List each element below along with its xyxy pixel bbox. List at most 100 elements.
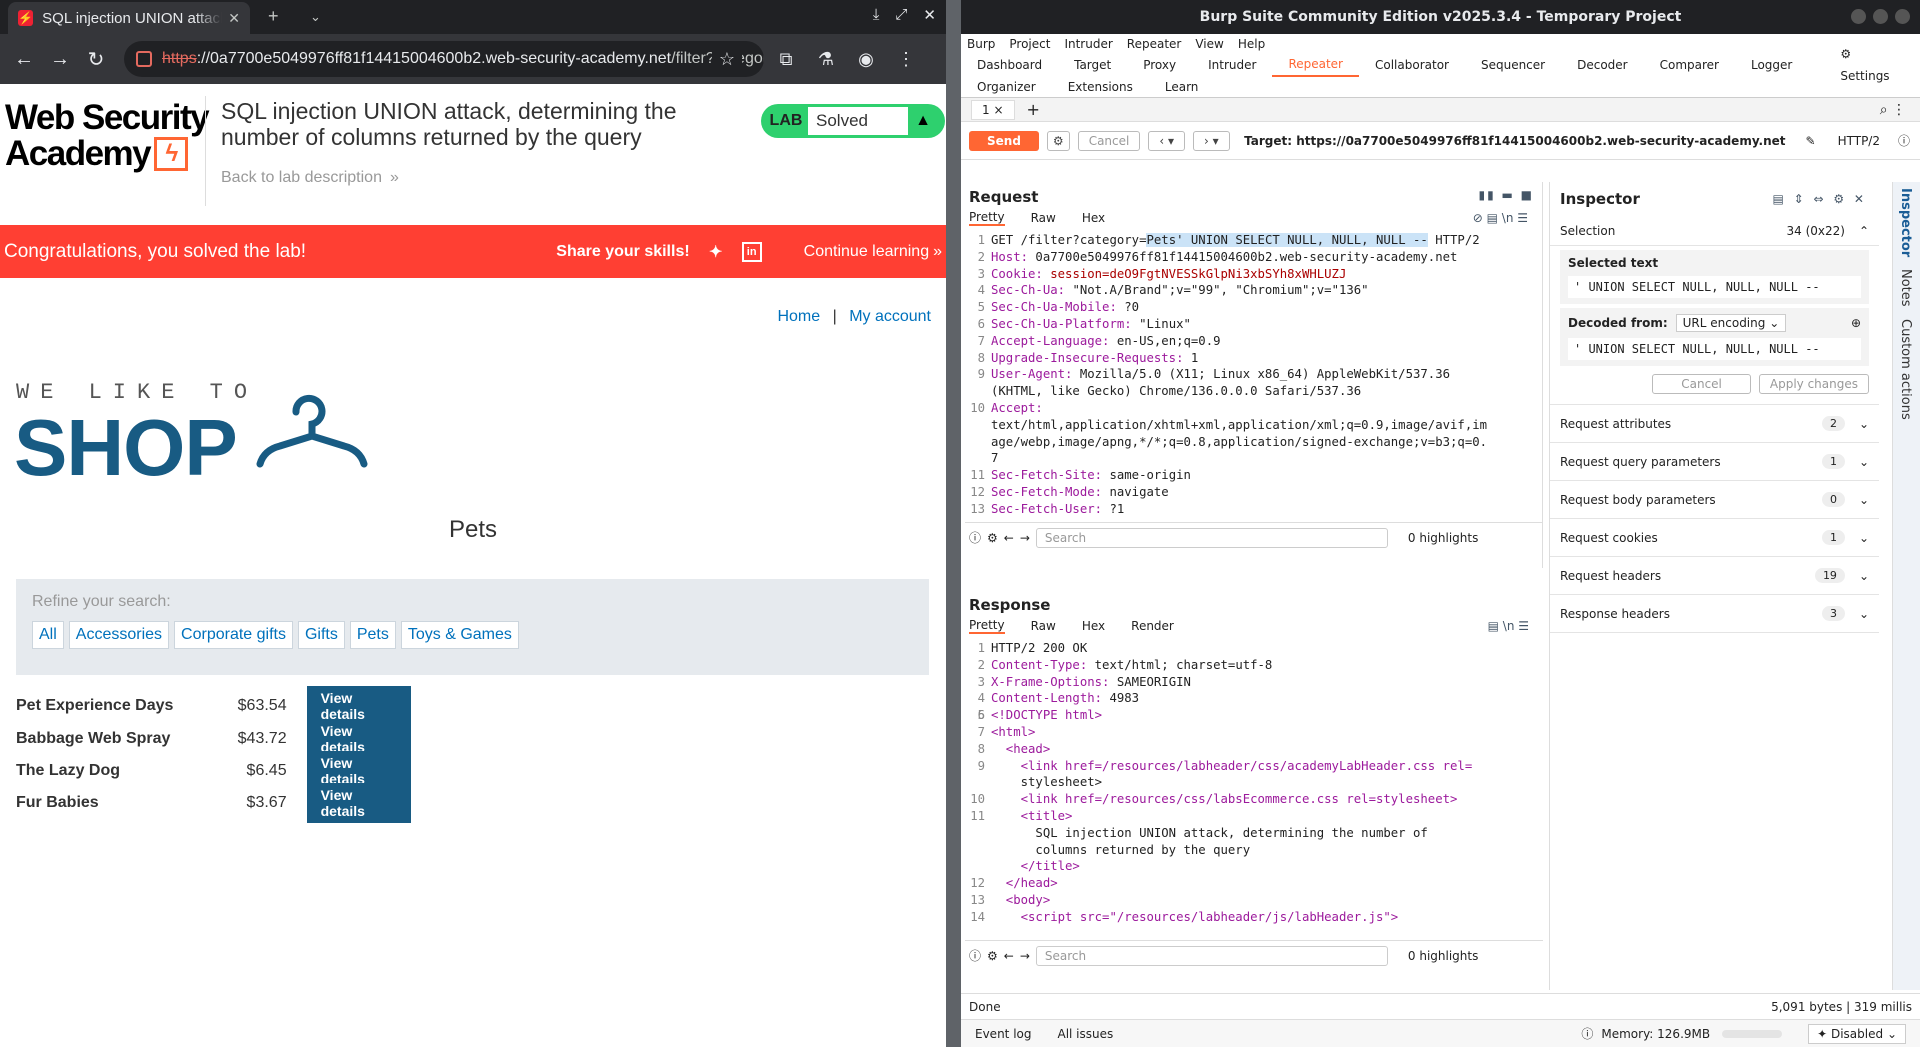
browser-tab[interactable]: ⚡ SQL injection UNION attack, determinin… [8, 2, 250, 34]
section-request-headers[interactable]: Request headers 19 ⌄ [1550, 557, 1879, 595]
maximize-button[interactable] [1873, 9, 1888, 24]
side-tab-inspector[interactable]: Inspector [1893, 182, 1918, 263]
linkedin-icon[interactable]: in [741, 241, 762, 262]
repeater-tab-1[interactable]: 1 × [971, 99, 1015, 120]
tab-intruder[interactable]: Intruder [1192, 54, 1272, 76]
search-icon[interactable]: ⌕ ⋮ [1880, 102, 1906, 118]
response-search-input[interactable]: Search [1035, 945, 1388, 966]
browser-menu-icon[interactable]: ⋮ [886, 49, 926, 70]
filter-toys-games[interactable]: Toys & Games [400, 621, 519, 649]
edit-target-icon[interactable]: ✎ [1806, 134, 1816, 148]
inspector-tools-icon[interactable]: ▤ ⇕ ⇔ ⚙ ✕ [1772, 192, 1867, 206]
req-view-pretty[interactable]: Pretty [969, 210, 1005, 226]
help-icon[interactable]: ⓘ [1898, 132, 1910, 149]
menu-project[interactable]: Project [1009, 37, 1050, 51]
request-editor[interactable]: 1 GET /filter?category=Pets' UNION SELECT… [965, 232, 1542, 522]
new-tab-button[interactable]: + [268, 6, 279, 27]
maximize-icon[interactable]: ⤢ [895, 6, 907, 24]
tab-target[interactable]: Target [1058, 54, 1127, 76]
tab-decoder[interactable]: Decoder [1561, 54, 1644, 76]
continue-learning-link[interactable]: Continue learning [804, 243, 929, 261]
request-search-input[interactable]: Search [1035, 527, 1388, 548]
tab-sequencer[interactable]: Sequencer [1465, 54, 1561, 76]
back-icon[interactable]: ← [10, 48, 38, 71]
prev-match-icon[interactable]: ← [1004, 949, 1014, 963]
lab-flask-icon[interactable]: ⚗ [806, 49, 846, 70]
my-account-link[interactable]: My account [849, 308, 931, 325]
back-to-lab-link[interactable]: Back to lab description » [221, 169, 399, 187]
gear-icon[interactable]: ⚙ [987, 531, 998, 545]
resp-view-pretty[interactable]: Pretty [969, 618, 1005, 634]
home-link[interactable]: Home [777, 308, 820, 325]
gear-icon[interactable]: ⚙ [1046, 130, 1070, 151]
cancel-button[interactable]: Cancel [1077, 130, 1141, 151]
next-match-icon[interactable]: → [1020, 949, 1030, 963]
section-query-parameters[interactable]: Request query parameters 1 ⌄ [1550, 443, 1879, 481]
tab-extensions[interactable]: Extensions [1052, 76, 1149, 98]
menu-view[interactable]: View [1195, 37, 1223, 51]
next-match-icon[interactable]: → [1020, 531, 1030, 545]
not-secure-icon[interactable] [136, 51, 152, 67]
apply-changes-button[interactable]: Apply changes [1758, 374, 1869, 394]
tab-dashboard[interactable]: Dashboard [961, 54, 1058, 76]
filter-pets[interactable]: Pets [349, 621, 396, 649]
tab-proxy[interactable]: Proxy [1127, 54, 1192, 76]
menu-repeater[interactable]: Repeater [1127, 37, 1182, 51]
history-forward-icon[interactable]: › ▾ [1192, 130, 1230, 151]
tab-repeater[interactable]: Repeater [1272, 53, 1359, 77]
side-tab-custom-actions[interactable]: Custom actions [1893, 313, 1918, 426]
tab-learn[interactable]: Learn [1149, 76, 1215, 98]
tab-organizer[interactable]: Organizer [961, 76, 1052, 98]
tab-comparer[interactable]: Comparer [1644, 54, 1735, 76]
tab-settings[interactable]: ⚙ Settings [1808, 43, 1920, 87]
section-request-cookies[interactable]: Request cookies 1 ⌄ [1550, 519, 1879, 557]
editor-options-icon[interactable]: ▤ \n ☰ [1488, 619, 1529, 633]
section-response-headers[interactable]: Response headers 3 ⌄ [1550, 595, 1879, 633]
req-view-raw[interactable]: Raw [1031, 211, 1056, 225]
close-button[interactable] [1895, 9, 1910, 24]
add-tab-icon[interactable]: + [1027, 100, 1040, 119]
layout-toggle-icon[interactable]: ▮▮ ▬ ■ [1478, 188, 1534, 202]
close-tab-icon[interactable]: ✕ [228, 10, 240, 27]
help-icon[interactable]: ⓘ [969, 947, 981, 964]
send-button[interactable]: Send [969, 130, 1039, 151]
section-request-attributes[interactable]: Request attributes 2 ⌄ [1550, 405, 1879, 443]
menu-intruder[interactable]: Intruder [1064, 37, 1112, 51]
forward-icon[interactable]: → [46, 48, 74, 71]
tab-search-icon[interactable]: ⌄ [310, 9, 321, 25]
close-window-icon[interactable]: ✕ [923, 6, 936, 24]
tab-logger[interactable]: Logger [1735, 54, 1808, 76]
all-issues-button[interactable]: All issues [1057, 1027, 1113, 1041]
side-tab-notes[interactable]: Notes [1893, 263, 1918, 313]
history-back-icon[interactable]: ‹ ▾ [1148, 130, 1185, 151]
resp-view-render[interactable]: Render [1131, 619, 1174, 633]
menu-burp[interactable]: Burp [967, 37, 995, 51]
bookmark-star-icon[interactable]: ☆ [712, 48, 742, 70]
web-security-academy-logo[interactable]: Web Security Academy ϟ [5, 100, 210, 172]
filter-gifts[interactable]: Gifts [297, 621, 345, 649]
http-version[interactable]: HTTP/2 [1838, 134, 1880, 148]
minimize-button[interactable] [1851, 9, 1866, 24]
extensions-icon[interactable]: ⧉ [766, 49, 806, 70]
response-editor[interactable]: 1 HTTP/2 200 OK 2 Content-Type: text/html; … [965, 640, 1543, 940]
editor-options-icon[interactable]: ⊘ ▤ \n ☰ [1473, 211, 1528, 225]
close-icon[interactable]: × [993, 103, 1003, 117]
resp-view-hex[interactable]: Hex [1082, 619, 1105, 633]
menu-help[interactable]: Help [1238, 37, 1265, 51]
profile-icon[interactable]: ◉ [846, 49, 886, 70]
inspector-cancel-button[interactable]: Cancel [1652, 374, 1751, 394]
req-view-hex[interactable]: Hex [1082, 211, 1105, 225]
view-details-button[interactable]: View details [306, 783, 411, 823]
ai-disabled-toggle[interactable]: ✦ Disabled ⌄ [1808, 1023, 1906, 1044]
section-body-parameters[interactable]: Request body parameters 0 ⌄ [1550, 481, 1879, 519]
prev-match-icon[interactable]: ← [1004, 531, 1014, 545]
filter-corporate-gifts[interactable]: Corporate gifts [174, 621, 293, 649]
twitter-icon[interactable]: ✦ [706, 242, 726, 262]
address-bar[interactable]: https://0a7700e5049976ff81f14415004600b2… [124, 41, 764, 77]
selection-row[interactable]: Selection 34 (0x22) ⌃ [1550, 216, 1879, 246]
filter-all[interactable]: All [32, 621, 64, 649]
tab-collaborator[interactable]: Collaborator [1359, 54, 1465, 76]
decoded-text-value[interactable]: ' UNION SELECT NULL, NULL, NULL -- [1568, 338, 1861, 360]
selected-text-value[interactable]: ' UNION SELECT NULL, NULL, NULL -- [1568, 276, 1861, 298]
resp-view-raw[interactable]: Raw [1031, 619, 1056, 633]
